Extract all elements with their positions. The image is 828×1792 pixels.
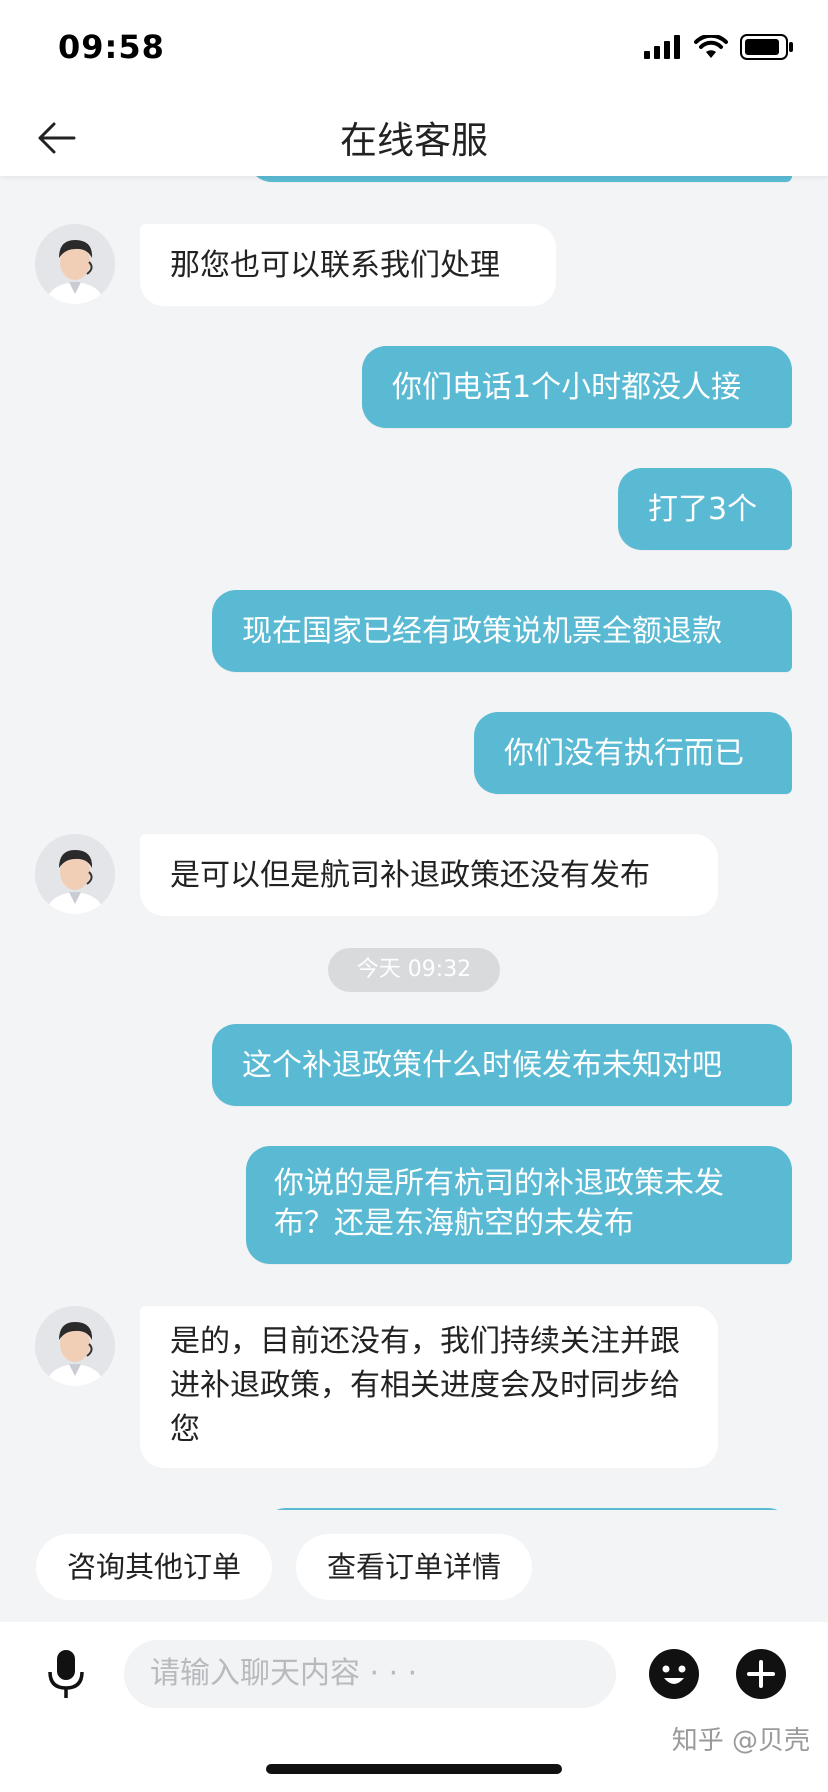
message-bubble: 那您也可以联系我们处理 [140,224,556,306]
agent-avatar[interactable] [35,1306,115,1386]
page-title: 在线客服 [340,119,488,162]
quick-reply-other-orders[interactable]: 咨询其他订单 [36,1534,272,1600]
input-bar: 请输入聊天内容 · · · 知乎 @贝壳 [0,1622,828,1792]
nav-bar: 在线客服 [0,100,828,176]
signal-icon [644,35,680,59]
message-bubble: 是的，目前还没有，我们持续关注并跟进补退政策，有相关进度会及时同步给您 [140,1306,718,1468]
status-icons [644,34,794,60]
message-bubble: 是可以但是航司补退政策还没有发布 [140,834,718,916]
plus-icon[interactable] [735,1648,787,1700]
message-bubble-partial [262,1508,792,1510]
chat-input[interactable]: 请输入聊天内容 · · · [124,1640,616,1708]
microphone-icon[interactable] [46,1648,86,1700]
message-bubble: 这个补退政策什么时候发布未知对吧 [212,1024,792,1106]
wifi-icon [694,35,728,58]
agent-avatar[interactable] [35,834,115,914]
message-bubble-partial [248,176,792,182]
agent-avatar[interactable] [35,224,115,304]
emoji-icon[interactable] [648,1648,700,1700]
message-bubble: 打了3个 [618,468,792,550]
home-indicator[interactable] [266,1764,562,1774]
message-bubble: 你们没有执行而已 [474,712,792,794]
message-bubble: 现在国家已经有政策说机票全额退款 [212,590,792,672]
status-bar: 09:58 [0,0,828,100]
quick-reply-order-details[interactable]: 查看订单详情 [296,1534,532,1600]
battery-icon [740,34,793,60]
chat-area[interactable]: 那您也可以联系我们处理 你们电话1个小时都没人接 打了3个 现在国家已经有政策说… [0,176,828,1510]
message-bubble: 你说的是所有杭司的补退政策未发布？还是东海航空的未发布 [246,1146,792,1264]
timestamp-chip: 今天 09:32 [328,948,500,992]
message-bubble: 你们电话1个小时都没人接 [362,346,792,428]
watermark: 知乎 @贝壳 [671,1726,810,1756]
status-time: 09:58 [58,28,165,66]
